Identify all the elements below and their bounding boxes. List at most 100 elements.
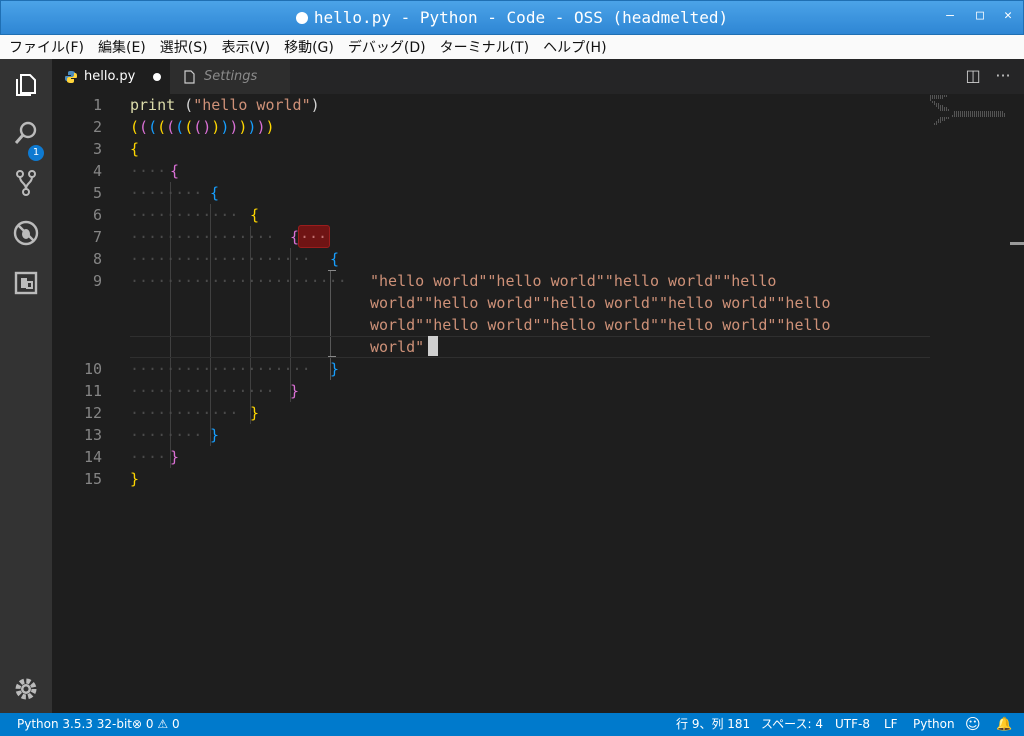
bracket: } — [210, 426, 220, 444]
string-literal: world""hello world""hello world""hello w… — [370, 294, 831, 312]
whitespace: ············ — [130, 404, 239, 422]
bracket: ( — [184, 118, 194, 136]
whitespace: ···· — [130, 448, 167, 466]
close-button[interactable]: ✕ — [999, 7, 1017, 25]
bracket: ( — [148, 118, 158, 136]
code-editor[interactable]: 1 print ("hello world") 2 (((((((())))))… — [52, 94, 1024, 713]
minimize-button[interactable]: — — [941, 7, 959, 25]
code-line: 10 ····················} — [52, 358, 930, 380]
debug-icon[interactable] — [12, 219, 40, 247]
bracket: { — [290, 228, 300, 246]
code-line: 4 ····{ — [52, 160, 930, 182]
tab-settings[interactable]: Settings — [170, 59, 290, 94]
error-count: 0 — [145, 717, 154, 731]
scrollbar-indicator[interactable] — [1010, 242, 1024, 245]
code-line: 14 ····} — [52, 446, 930, 468]
trailing-whitespace: ··· — [300, 228, 328, 246]
title-bar: hello.py - Python - Code - OSS (headmelt… — [0, 0, 1024, 35]
code-line: 8 ···················· { — [52, 248, 930, 270]
code-line-wrap: world""hello world""hello world""hello w… — [52, 292, 930, 314]
menu-edit[interactable]: 編集(E) — [93, 37, 151, 57]
minimap[interactable] — [930, 94, 1010, 134]
string-literal: "hello world" — [193, 96, 311, 114]
dirty-indicator[interactable] — [153, 73, 161, 81]
activity-bar: 1 — [0, 59, 52, 713]
string-literal: "hello world""hello world""hello world""… — [370, 272, 777, 290]
whitespace: ···················· — [130, 250, 311, 268]
bracket: { — [170, 162, 180, 180]
line-number: 4 — [92, 162, 102, 180]
line-number: 11 — [83, 382, 102, 400]
bracket: { — [210, 184, 220, 202]
code-line-wrap: world" — [52, 336, 930, 358]
notifications-bell-icon[interactable]: 🔔 — [996, 713, 1012, 736]
menu-terminal[interactable]: ターミナル(T) — [435, 37, 534, 57]
line-number: 6 — [92, 206, 102, 224]
line-ending[interactable]: LF — [884, 713, 898, 736]
bracket: } — [330, 360, 340, 378]
whitespace: ···· — [130, 162, 167, 180]
line-number: 8 — [92, 250, 102, 268]
bracket: ( — [130, 118, 140, 136]
extensions-icon[interactable] — [12, 269, 40, 297]
bracket: ( — [139, 118, 149, 136]
indentation[interactable]: スペース: 4 — [761, 713, 823, 736]
code-line: 6 ············ { — [52, 204, 930, 226]
paren: ) — [310, 96, 320, 114]
code-line: 11 ················} — [52, 380, 930, 402]
language-mode[interactable]: Python — [913, 713, 955, 736]
code-line: 9 ························ "hello world""… — [52, 270, 930, 292]
window-title: hello.py - Python - Code - OSS (headmelt… — [313, 8, 729, 27]
string-literal: world" — [370, 338, 425, 356]
code-line: 1 print ("hello world") — [52, 94, 930, 116]
whitespace: ················ — [130, 382, 275, 400]
menu-view[interactable]: 表示(V) — [217, 37, 276, 57]
python-interpreter[interactable]: Python 3.5.3 32-bit — [17, 713, 132, 736]
whitespace: ···················· — [130, 360, 311, 378]
bracket: ) — [211, 118, 221, 136]
feedback-smiley-icon[interactable]: ☺ — [965, 713, 981, 736]
code-line: 12 ············} — [52, 402, 930, 424]
cursor-position[interactable]: 行 9、列 181 — [676, 713, 750, 736]
encoding[interactable]: UTF-8 — [835, 713, 870, 736]
bracket: ) — [220, 118, 230, 136]
line-number: 14 — [83, 448, 102, 466]
paren: ( — [175, 96, 194, 114]
bracket: } — [130, 470, 140, 488]
line-number: 12 — [83, 404, 102, 422]
line-number: 2 — [92, 118, 102, 136]
split-editor-icon[interactable]: ◫ — [964, 67, 982, 85]
menu-help[interactable]: ヘルプ(H) — [538, 37, 611, 57]
menu-selection[interactable]: 選択(S) — [155, 37, 213, 57]
tab-label: Settings — [204, 69, 258, 84]
search-icon[interactable] — [12, 119, 40, 147]
line-number: 9 — [92, 272, 102, 290]
bracket: ( — [166, 118, 176, 136]
line-number: 1 — [92, 96, 102, 114]
menu-file[interactable]: ファイル(F) — [4, 37, 89, 57]
code-line: 5 ········ { — [52, 182, 930, 204]
string-literal: world""hello world""hello world""hello w… — [370, 316, 831, 334]
bracket: ) — [202, 118, 212, 136]
tab-hello-py[interactable]: hello.py — [52, 59, 170, 94]
bracket: { — [130, 140, 140, 158]
file-icon — [184, 70, 195, 84]
error-icon: ⊗ — [132, 717, 143, 731]
bracket: } — [290, 382, 300, 400]
menu-debug[interactable]: デバッグ(D) — [343, 37, 431, 57]
gear-icon[interactable] — [12, 675, 40, 703]
text-cursor — [428, 336, 438, 356]
code-line: 15 } — [52, 468, 930, 490]
bracket: ( — [175, 118, 185, 136]
more-actions-icon[interactable]: ··· — [994, 67, 1012, 85]
explorer-badge: 1 — [28, 145, 44, 161]
source-control-icon[interactable] — [12, 169, 40, 197]
line-number: 5 — [92, 184, 102, 202]
files-icon[interactable] — [12, 71, 40, 99]
problems-indicator[interactable]: ⊗ 0 ⚠ 0 — [132, 713, 180, 736]
menu-go[interactable]: 移動(G) — [279, 37, 339, 57]
whitespace: ························ — [130, 272, 347, 290]
line-number: 3 — [92, 140, 102, 158]
tab-label: hello.py — [84, 69, 136, 84]
maximize-button[interactable]: □ — [971, 7, 989, 25]
